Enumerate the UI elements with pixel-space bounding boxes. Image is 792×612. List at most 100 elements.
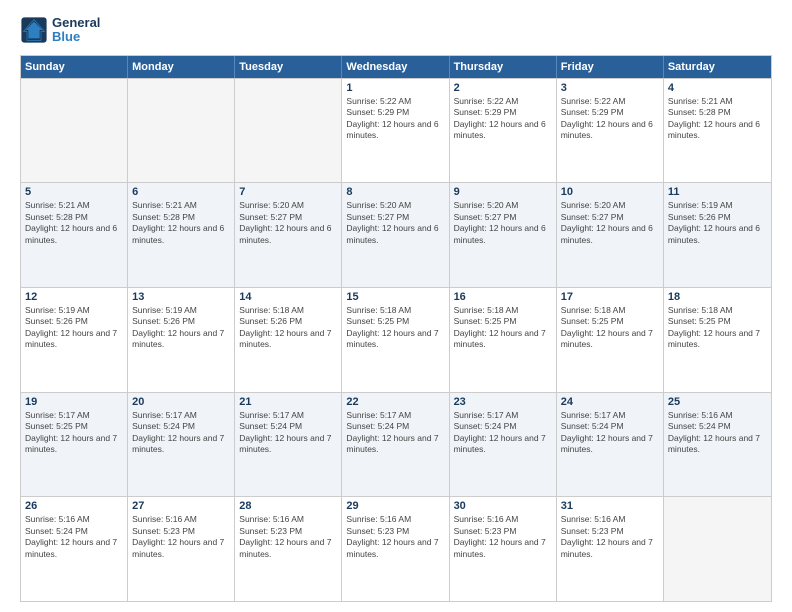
day-number: 22 bbox=[346, 396, 444, 408]
day-info: Sunrise: 5:19 AMSunset: 5:26 PMDaylight:… bbox=[25, 305, 123, 351]
day-number: 8 bbox=[346, 186, 444, 198]
logo-icon bbox=[20, 16, 48, 44]
cal-cell-16: 16Sunrise: 5:18 AMSunset: 5:25 PMDayligh… bbox=[450, 288, 557, 392]
day-number: 3 bbox=[561, 82, 659, 94]
cal-cell-empty-0 bbox=[21, 79, 128, 183]
header-day-monday: Monday bbox=[128, 56, 235, 78]
day-info: Sunrise: 5:18 AMSunset: 5:26 PMDaylight:… bbox=[239, 305, 337, 351]
cal-cell-15: 15 Sunrise: 5:18 AMSunset: 5:25 PMDayligh… bbox=[342, 288, 449, 392]
day-number: 2 bbox=[454, 82, 552, 94]
cal-cell-empty-2 bbox=[235, 79, 342, 183]
cal-cell-30: 30 Sunrise: 5:16 AMSunset: 5:23 PMDayligh… bbox=[450, 497, 557, 601]
week-row-4: 19 Sunrise: 5:17 AMSunset: 5:25 PMDayligh… bbox=[21, 392, 771, 497]
day-number: 23 bbox=[454, 396, 552, 408]
cal-cell-1: 1 Sunrise: 5:22 AMSunset: 5:29 PMDaylight… bbox=[342, 79, 449, 183]
day-info: Sunrise: 5:20 AMSunset: 5:27 PMDaylight:… bbox=[561, 200, 659, 246]
day-number: 31 bbox=[561, 500, 659, 512]
day-info: Sunrise: 5:20 AMSunset: 5:27 PMDaylight:… bbox=[239, 200, 337, 246]
day-info: Sunrise: 5:18 AMSunset: 5:25 PMDaylight:… bbox=[346, 305, 444, 351]
cal-cell-empty-6 bbox=[664, 497, 771, 601]
day-number: 18 bbox=[668, 291, 767, 303]
day-info: Sunrise: 5:21 AMSunset: 5:28 PMDaylight:… bbox=[668, 96, 767, 142]
day-info: Sunrise: 5:17 AMSunset: 5:24 PMDaylight:… bbox=[346, 410, 444, 456]
cal-cell-14: 14Sunrise: 5:18 AMSunset: 5:26 PMDayligh… bbox=[235, 288, 342, 392]
cal-cell-9: 9 Sunrise: 5:20 AMSunset: 5:27 PMDaylight… bbox=[450, 183, 557, 287]
week-row-3: 12 Sunrise: 5:19 AMSunset: 5:26 PMDayligh… bbox=[21, 287, 771, 392]
cal-cell-6: 6 Sunrise: 5:21 AMSunset: 5:28 PMDaylight… bbox=[128, 183, 235, 287]
day-info: Sunrise: 5:18 AMSunset: 5:25 PMDaylight:… bbox=[668, 305, 767, 351]
header-day-tuesday: Tuesday bbox=[235, 56, 342, 78]
day-number: 15 bbox=[346, 291, 444, 303]
cal-cell-17: 17Sunrise: 5:18 AMSunset: 5:25 PMDayligh… bbox=[557, 288, 664, 392]
day-info: Sunrise: 5:17 AMSunset: 5:24 PMDaylight:… bbox=[132, 410, 230, 456]
day-info: Sunrise: 5:16 AMSunset: 5:23 PMDaylight:… bbox=[561, 514, 659, 560]
cal-cell-18: 18 Sunrise: 5:18 AMSunset: 5:25 PMDayligh… bbox=[664, 288, 771, 392]
day-info: Sunrise: 5:16 AMSunset: 5:23 PMDaylight:… bbox=[454, 514, 552, 560]
day-number: 20 bbox=[132, 396, 230, 408]
cal-cell-4: 4 Sunrise: 5:21 AMSunset: 5:28 PMDaylight… bbox=[664, 79, 771, 183]
day-info: Sunrise: 5:22 AMSunset: 5:29 PMDaylight:… bbox=[561, 96, 659, 142]
header-day-friday: Friday bbox=[557, 56, 664, 78]
day-number: 1 bbox=[346, 82, 444, 94]
day-info: Sunrise: 5:20 AMSunset: 5:27 PMDaylight:… bbox=[454, 200, 552, 246]
cal-cell-2: 2 Sunrise: 5:22 AMSunset: 5:29 PMDaylight… bbox=[450, 79, 557, 183]
header-day-saturday: Saturday bbox=[664, 56, 771, 78]
day-number: 10 bbox=[561, 186, 659, 198]
cal-cell-20: 20 Sunrise: 5:17 AMSunset: 5:24 PMDayligh… bbox=[128, 393, 235, 497]
cal-cell-25: 25Sunrise: 5:16 AMSunset: 5:24 PMDayligh… bbox=[664, 393, 771, 497]
day-info: Sunrise: 5:21 AMSunset: 5:28 PMDaylight:… bbox=[25, 200, 123, 246]
day-number: 9 bbox=[454, 186, 552, 198]
week-row-5: 26Sunrise: 5:16 AMSunset: 5:24 PMDayligh… bbox=[21, 496, 771, 601]
cal-cell-26: 26Sunrise: 5:16 AMSunset: 5:24 PMDayligh… bbox=[21, 497, 128, 601]
week-row-1: 1 Sunrise: 5:22 AMSunset: 5:29 PMDaylight… bbox=[21, 78, 771, 183]
day-number: 30 bbox=[454, 500, 552, 512]
day-number: 7 bbox=[239, 186, 337, 198]
cal-cell-5: 5 Sunrise: 5:21 AMSunset: 5:28 PMDaylight… bbox=[21, 183, 128, 287]
day-number: 28 bbox=[239, 500, 337, 512]
day-number: 6 bbox=[132, 186, 230, 198]
cal-cell-22: 22 Sunrise: 5:17 AMSunset: 5:24 PMDayligh… bbox=[342, 393, 449, 497]
logo-text: General Blue bbox=[52, 16, 100, 45]
day-info: Sunrise: 5:22 AMSunset: 5:29 PMDaylight:… bbox=[346, 96, 444, 142]
day-info: Sunrise: 5:22 AMSunset: 5:29 PMDaylight:… bbox=[454, 96, 552, 142]
cal-cell-31: 31 Sunrise: 5:16 AMSunset: 5:23 PMDayligh… bbox=[557, 497, 664, 601]
day-number: 5 bbox=[25, 186, 123, 198]
day-number: 17 bbox=[561, 291, 659, 303]
day-info: Sunrise: 5:19 AMSunset: 5:26 PMDaylight:… bbox=[132, 305, 230, 351]
cal-cell-3: 3 Sunrise: 5:22 AMSunset: 5:29 PMDaylight… bbox=[557, 79, 664, 183]
day-number: 25 bbox=[668, 396, 767, 408]
day-info: Sunrise: 5:20 AMSunset: 5:27 PMDaylight:… bbox=[346, 200, 444, 246]
day-info: Sunrise: 5:16 AMSunset: 5:23 PMDaylight:… bbox=[132, 514, 230, 560]
cal-cell-7: 7 Sunrise: 5:20 AMSunset: 5:27 PMDaylight… bbox=[235, 183, 342, 287]
day-number: 13 bbox=[132, 291, 230, 303]
day-number: 27 bbox=[132, 500, 230, 512]
cal-cell-8: 8 Sunrise: 5:20 AMSunset: 5:27 PMDaylight… bbox=[342, 183, 449, 287]
day-number: 21 bbox=[239, 396, 337, 408]
cal-cell-21: 21Sunrise: 5:17 AMSunset: 5:24 PMDayligh… bbox=[235, 393, 342, 497]
cal-cell-23: 23Sunrise: 5:17 AMSunset: 5:24 PMDayligh… bbox=[450, 393, 557, 497]
day-info: Sunrise: 5:18 AMSunset: 5:25 PMDaylight:… bbox=[454, 305, 552, 351]
day-number: 12 bbox=[25, 291, 123, 303]
day-info: Sunrise: 5:16 AMSunset: 5:23 PMDaylight:… bbox=[239, 514, 337, 560]
day-number: 4 bbox=[668, 82, 767, 94]
day-info: Sunrise: 5:19 AMSunset: 5:26 PMDaylight:… bbox=[668, 200, 767, 246]
cal-cell-11: 11 Sunrise: 5:19 AMSunset: 5:26 PMDayligh… bbox=[664, 183, 771, 287]
day-info: Sunrise: 5:17 AMSunset: 5:25 PMDaylight:… bbox=[25, 410, 123, 456]
cal-cell-24: 24Sunrise: 5:17 AMSunset: 5:24 PMDayligh… bbox=[557, 393, 664, 497]
day-number: 19 bbox=[25, 396, 123, 408]
cal-cell-13: 13 Sunrise: 5:19 AMSunset: 5:26 PMDayligh… bbox=[128, 288, 235, 392]
day-info: Sunrise: 5:21 AMSunset: 5:28 PMDaylight:… bbox=[132, 200, 230, 246]
header: General Blue bbox=[20, 16, 772, 45]
header-day-thursday: Thursday bbox=[450, 56, 557, 78]
calendar-header: SundayMondayTuesdayWednesdayThursdayFrid… bbox=[21, 56, 771, 78]
calendar-body: 1 Sunrise: 5:22 AMSunset: 5:29 PMDaylight… bbox=[21, 78, 771, 601]
page: General Blue SundayMondayTuesdayWednesda… bbox=[0, 0, 792, 612]
day-info: Sunrise: 5:16 AMSunset: 5:23 PMDaylight:… bbox=[346, 514, 444, 560]
day-number: 11 bbox=[668, 186, 767, 198]
cal-cell-empty-1 bbox=[128, 79, 235, 183]
calendar: SundayMondayTuesdayWednesdayThursdayFrid… bbox=[20, 55, 772, 602]
week-row-2: 5 Sunrise: 5:21 AMSunset: 5:28 PMDaylight… bbox=[21, 182, 771, 287]
cal-cell-19: 19 Sunrise: 5:17 AMSunset: 5:25 PMDayligh… bbox=[21, 393, 128, 497]
day-number: 29 bbox=[346, 500, 444, 512]
cal-cell-12: 12 Sunrise: 5:19 AMSunset: 5:26 PMDayligh… bbox=[21, 288, 128, 392]
